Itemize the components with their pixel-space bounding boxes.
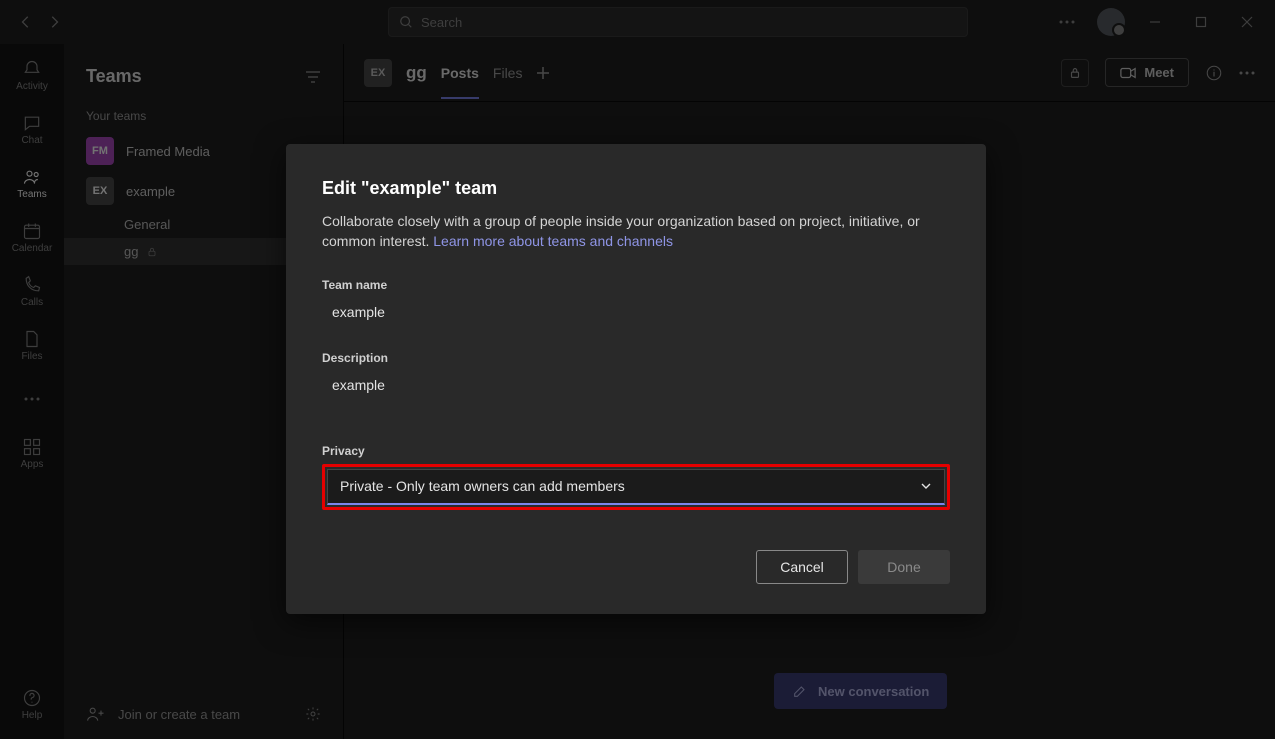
dialog-description: Collaborate closely with a group of peop… xyxy=(322,211,950,252)
privacy-label: Privacy xyxy=(322,444,950,458)
description-input[interactable] xyxy=(322,371,950,398)
privacy-highlight: Private - Only team owners can add membe… xyxy=(322,464,950,510)
dialog-title: Edit "example" team xyxy=(322,178,950,199)
cancel-button[interactable]: Cancel xyxy=(756,550,848,584)
learn-more-link[interactable]: Learn more about teams and channels xyxy=(433,233,673,249)
chevron-down-icon xyxy=(920,480,932,492)
edit-team-dialog: Edit "example" team Collaborate closely … xyxy=(286,144,986,614)
done-button[interactable]: Done xyxy=(858,550,950,584)
privacy-dropdown[interactable]: Private - Only team owners can add membe… xyxy=(327,469,945,505)
team-name-label: Team name xyxy=(322,278,950,292)
description-label: Description xyxy=(322,351,950,365)
team-name-input[interactable] xyxy=(322,298,950,325)
